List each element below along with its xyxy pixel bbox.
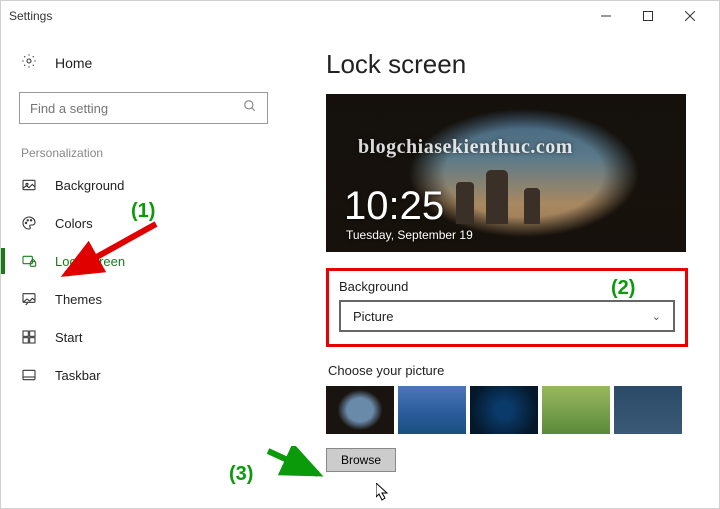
sidebar-item-taskbar[interactable]: Taskbar (1, 356, 286, 394)
sidebar-item-start[interactable]: Start (1, 318, 286, 356)
titlebar: Settings (1, 1, 719, 31)
sidebar-item-label: Start (55, 330, 82, 345)
thumbnail-4[interactable] (542, 386, 610, 434)
sidebar-item-background[interactable]: Background (1, 166, 286, 204)
background-label: Background (339, 279, 675, 294)
picture-thumbnails (326, 386, 695, 434)
start-icon (21, 329, 37, 345)
background-dropdown[interactable]: Picture ⌄ (339, 300, 675, 332)
chevron-down-icon: ⌄ (652, 310, 661, 323)
themes-icon (21, 291, 37, 307)
gear-icon (21, 53, 37, 72)
home-link[interactable]: Home (1, 43, 286, 82)
minimize-button[interactable] (585, 2, 627, 30)
page-title: Lock screen (326, 49, 695, 80)
palette-icon (21, 215, 37, 231)
taskbar-icon (21, 367, 37, 383)
image-icon (21, 177, 37, 193)
search-input[interactable] (30, 101, 243, 116)
lockscreen-preview: blogchiasekienthuc.com 10:25 Tuesday, Se… (326, 94, 686, 252)
search-icon (243, 99, 257, 118)
lock-screen-icon (21, 253, 37, 269)
choose-picture-label: Choose your picture (328, 363, 695, 378)
sidebar-item-colors[interactable]: Colors (1, 204, 286, 242)
search-box[interactable] (19, 92, 268, 124)
maximize-button[interactable] (627, 2, 669, 30)
sidebar-item-label: Background (55, 178, 124, 193)
dropdown-value: Picture (353, 309, 393, 324)
sidebar-item-label: Themes (55, 292, 102, 307)
thumbnail-1[interactable] (326, 386, 394, 434)
preview-time: 10:25 (344, 186, 444, 226)
window-title: Settings (9, 9, 52, 23)
main-content: Lock screen blogchiasekienthuc.com 10:25… (286, 31, 719, 508)
sidebar-item-lock-screen[interactable]: Lock screen (1, 242, 286, 280)
thumbnail-3[interactable] (470, 386, 538, 434)
thumbnail-5[interactable] (614, 386, 682, 434)
sidebar-item-label: Colors (55, 216, 93, 231)
sidebar-item-label: Taskbar (55, 368, 101, 383)
home-label: Home (55, 55, 92, 71)
background-group: Background Picture ⌄ (326, 268, 688, 347)
sidebar: Home Personalization Background Colors L… (1, 31, 286, 508)
browse-button[interactable]: Browse (326, 448, 396, 472)
watermark-text: blogchiasekienthuc.com (358, 136, 573, 159)
preview-date: Tuesday, September 19 (346, 228, 473, 242)
close-button[interactable] (669, 2, 711, 30)
sidebar-item-label: Lock screen (55, 254, 125, 269)
section-label: Personalization (1, 140, 286, 166)
thumbnail-2[interactable] (398, 386, 466, 434)
sidebar-item-themes[interactable]: Themes (1, 280, 286, 318)
